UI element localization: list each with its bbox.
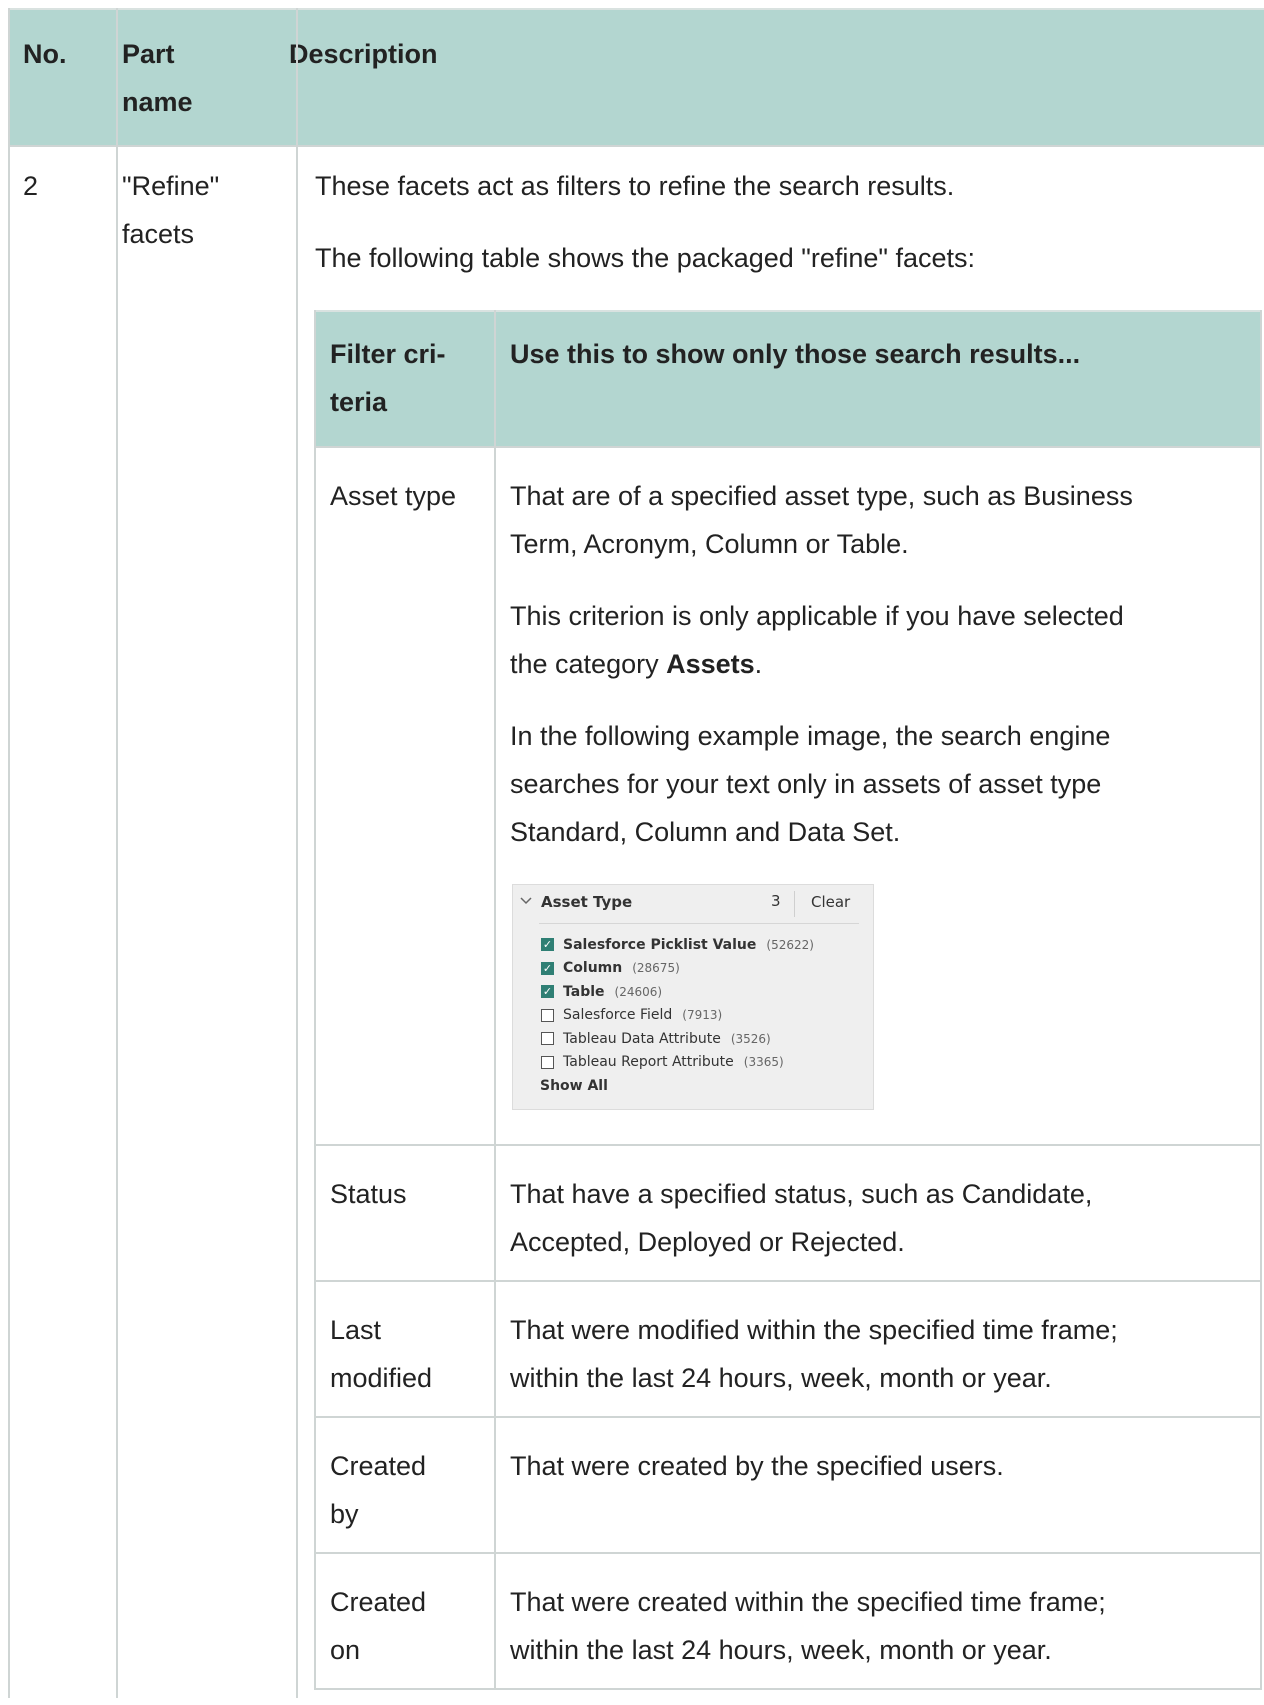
criterion-created-by-line2: by: [330, 1499, 359, 1529]
header-part-name-line1: Part: [122, 39, 175, 69]
checkbox-checked-icon[interactable]: ✓: [541, 961, 554, 975]
checkbox-icon[interactable]: [541, 1055, 554, 1069]
row-divider: [316, 1552, 1260, 1554]
last-modified-desc-line1: That were modified within the specified …: [510, 1315, 1118, 1345]
checkbox-icon[interactable]: [541, 1008, 554, 1022]
parts-table-header: No. Part name Description: [8, 8, 1264, 147]
facet-item[interactable]: Tableau Data Attribute (3526): [541, 1027, 814, 1051]
facet-header-divider: [539, 923, 859, 924]
row-divider: [316, 1688, 1260, 1690]
facet-title[interactable]: Asset Type: [541, 893, 632, 911]
facet-item-label: Tableau Data Attribute: [563, 1030, 721, 1047]
facet-item[interactable]: ✓ Column (28675): [541, 957, 814, 981]
header-no: No.: [23, 39, 67, 69]
checkbox-icon[interactable]: [541, 1032, 554, 1046]
facet-divider: [794, 891, 795, 917]
description-table-intro: The following table shows the packaged "…: [315, 243, 976, 273]
facet-item-label: Column: [563, 960, 623, 977]
asset-type-example-line3: Standard, Column and Data Set.: [510, 817, 901, 847]
created-by-desc: That were created by the specified users…: [510, 1451, 1004, 1481]
description-intro: These facets act as filters to refine th…: [315, 171, 955, 201]
chevron-down-icon[interactable]: [513, 892, 533, 912]
asset-type-desc-line1: That are of a specified asset type, such…: [510, 481, 1133, 511]
facet-item-label: Salesforce Field: [563, 1007, 673, 1024]
facet-item-count: (28675): [632, 961, 680, 976]
parts-table: No. Part name Description 2 "Refine" fac…: [8, 8, 1264, 1705]
row-divider: [316, 1144, 1260, 1146]
criterion-created-by-line1: Created: [330, 1451, 427, 1481]
header-description: Description: [289, 39, 438, 69]
checkbox-checked-icon[interactable]: ✓: [541, 938, 554, 952]
criterion-created-on-line1: Created: [330, 1587, 427, 1617]
criterion-status: Status: [330, 1179, 407, 1209]
header-part-name-line2: name: [122, 87, 193, 117]
table-border-left: [8, 8, 10, 1698]
facet-item[interactable]: Salesforce Field (7913): [541, 1004, 814, 1028]
created-on-desc-line1: That were created within the specified t…: [510, 1587, 1106, 1617]
last-modified-desc-line2: within the last 24 hours, week, month or…: [510, 1363, 1052, 1393]
header-use-this: Use this to show only those search resul…: [510, 339, 1081, 369]
note-period: .: [754, 649, 763, 679]
row-divider: [316, 1416, 1260, 1418]
facet-item[interactable]: ✓ Salesforce Picklist Value (52622): [541, 933, 814, 957]
part-name-line1: "Refine": [122, 171, 220, 201]
created-on-desc-line2: within the last 24 hours, week, month or…: [510, 1635, 1052, 1665]
column-divider: [116, 8, 118, 1698]
part-name-line2: facets: [122, 219, 195, 249]
facet-item-label: Salesforce Picklist Value: [563, 936, 757, 953]
facet-clear-button[interactable]: Clear: [811, 893, 850, 911]
refine-facets-header: Filter cri- teria Use this to show only …: [316, 310, 1260, 448]
header-divider: [8, 145, 1264, 147]
facet-item-count: (3365): [743, 1055, 784, 1070]
status-desc-line2: Accepted, Deployed or Rejected.: [510, 1227, 905, 1257]
criterion-created-on-line2: on: [330, 1635, 361, 1665]
criterion-asset-type: Asset type: [330, 481, 457, 511]
facet-item[interactable]: Tableau Report Attribute (3365): [541, 1051, 814, 1075]
facet-item-label: Tableau Report Attribute: [563, 1054, 734, 1071]
facet-item-label: Table: [563, 983, 605, 1000]
facet-item-count: (52622): [766, 937, 814, 952]
facet-item[interactable]: ✓ Table (24606): [541, 980, 814, 1004]
header-filter-criteria-line2: teria: [330, 387, 388, 417]
facet-item-count: (3526): [730, 1031, 771, 1046]
header-filter-criteria-line1: Filter cri-: [330, 339, 446, 369]
facet-item-count: (7913): [682, 1008, 723, 1023]
asset-type-note-line1: This criterion is only applicable if you…: [510, 601, 1124, 631]
criterion-last-modified-line2: modified: [330, 1363, 433, 1393]
inner-header-divider: [316, 446, 1260, 448]
asset-type-desc-line2: Term, Acronym, Column or Table.: [510, 529, 909, 559]
row-number: 2: [23, 171, 39, 201]
asset-type-note-line2: the category Assets.: [510, 640, 762, 688]
asset-type-example-line1: In the following example image, the sear…: [510, 721, 1111, 751]
facet-item-count: (24606): [614, 984, 663, 999]
asset-type-facet-example: Asset Type 3 Clear ✓ Salesforce Picklist …: [512, 884, 874, 1110]
facet-selected-count: 3: [771, 892, 781, 910]
show-all-link[interactable]: Show All: [540, 1078, 608, 1094]
facet-item-list: ✓ Salesforce Picklist Value (52622) ✓ Column…: [541, 933, 814, 1074]
category-assets: Assets: [666, 649, 755, 679]
note-text: the category: [510, 649, 667, 679]
criterion-last-modified-line1: Last: [330, 1315, 382, 1345]
refine-facets-table: Filter cri- teria Use this to show only …: [314, 310, 1262, 1690]
row-divider: [316, 1280, 1260, 1282]
status-desc-line1: That have a specified status, such as Ca…: [510, 1179, 1093, 1209]
asset-type-example-line2: searches for your text only in assets of…: [510, 769, 1102, 799]
column-divider: [296, 8, 298, 1698]
checkbox-checked-icon[interactable]: ✓: [541, 985, 554, 999]
inner-column-divider: [494, 310, 496, 1690]
